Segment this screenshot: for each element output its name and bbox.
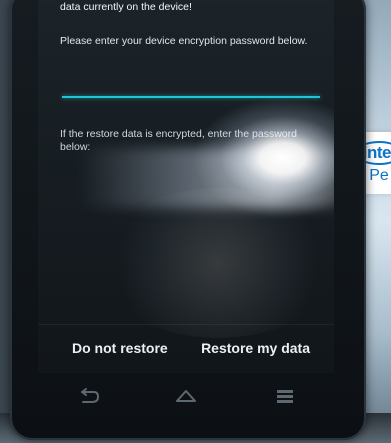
action-bar: Do not restore Restore my data [38, 324, 334, 371]
recents-icon[interactable] [272, 388, 298, 404]
laptop-logo-subtext: Pe [369, 167, 389, 184]
home-icon[interactable] [173, 388, 199, 404]
device-password-field[interactable] [62, 96, 320, 98]
light-streak [78, 148, 334, 208]
phone-device: allow the operation to proceed. This wil… [10, 0, 366, 440]
device-screen: allow the operation to proceed. This wil… [38, 0, 334, 373]
photo-scene: intel Pe allow the operation to proceed.… [0, 0, 391, 443]
screen-reflection [98, 188, 334, 338]
encryption-prompt: Please enter your device encryption pass… [60, 35, 308, 47]
navigation-bar [38, 380, 334, 412]
restore-my-data-button[interactable]: Restore my data [201, 340, 310, 356]
back-icon[interactable] [74, 388, 100, 404]
do-not-restore-button[interactable]: Do not restore [72, 340, 168, 356]
warning-text: allow the operation to proceed. This wil… [60, 1, 192, 13]
